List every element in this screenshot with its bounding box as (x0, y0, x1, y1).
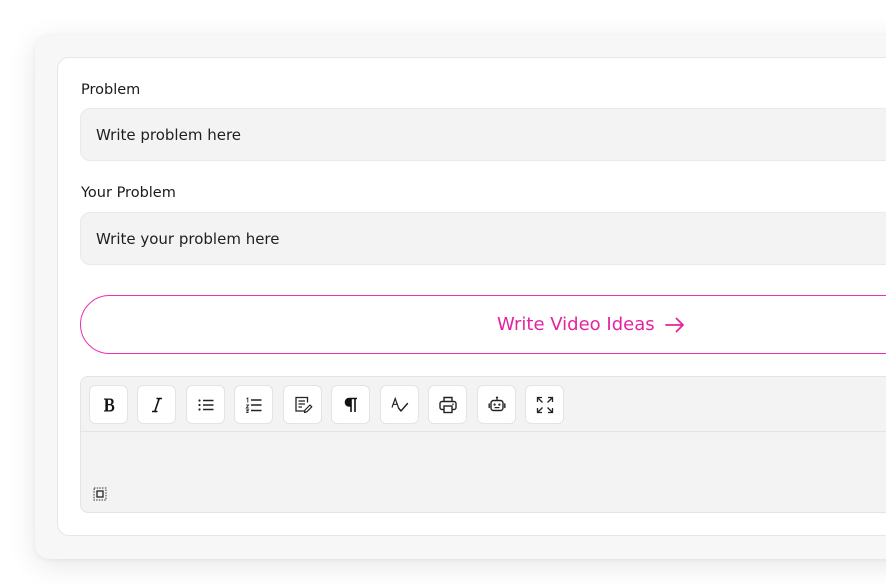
editor-content-area[interactable] (81, 432, 886, 512)
edit-document-icon (294, 396, 312, 413)
rich-text-editor (80, 376, 886, 513)
numbered-list-button[interactable] (234, 385, 273, 424)
your-problem-label: Your Problem (81, 185, 176, 201)
bulleted-list-icon (197, 398, 213, 411)
bold-button[interactable] (89, 385, 128, 424)
edit-document-button[interactable] (283, 385, 322, 424)
print-button[interactable] (428, 385, 467, 424)
problem-input[interactable] (80, 108, 886, 161)
arrow-right-icon (664, 317, 685, 333)
print-icon (438, 396, 457, 413)
fullscreen-icon (536, 396, 553, 413)
paragraph-icon (344, 397, 357, 412)
write-video-ideas-button[interactable]: Write Video Ideas (80, 295, 886, 354)
resize-handle-icon[interactable] (93, 486, 107, 505)
write-video-ideas-label: Write Video Ideas (497, 314, 655, 335)
paragraph-button[interactable] (331, 385, 370, 424)
italic-icon (151, 397, 162, 412)
problem-label: Problem (81, 82, 141, 98)
italic-button[interactable] (137, 385, 176, 424)
editor-toolbar (81, 377, 886, 432)
spell-check-icon (390, 396, 408, 412)
your-problem-input[interactable] (80, 212, 886, 265)
ai-assistant-button[interactable] (477, 385, 516, 424)
numbered-list-icon (244, 396, 261, 413)
bulleted-list-button[interactable] (186, 385, 225, 424)
ai-robot-icon (488, 396, 505, 411)
spell-check-button[interactable] (380, 385, 419, 424)
fullscreen-button[interactable] (525, 385, 564, 424)
bold-icon (103, 398, 114, 411)
